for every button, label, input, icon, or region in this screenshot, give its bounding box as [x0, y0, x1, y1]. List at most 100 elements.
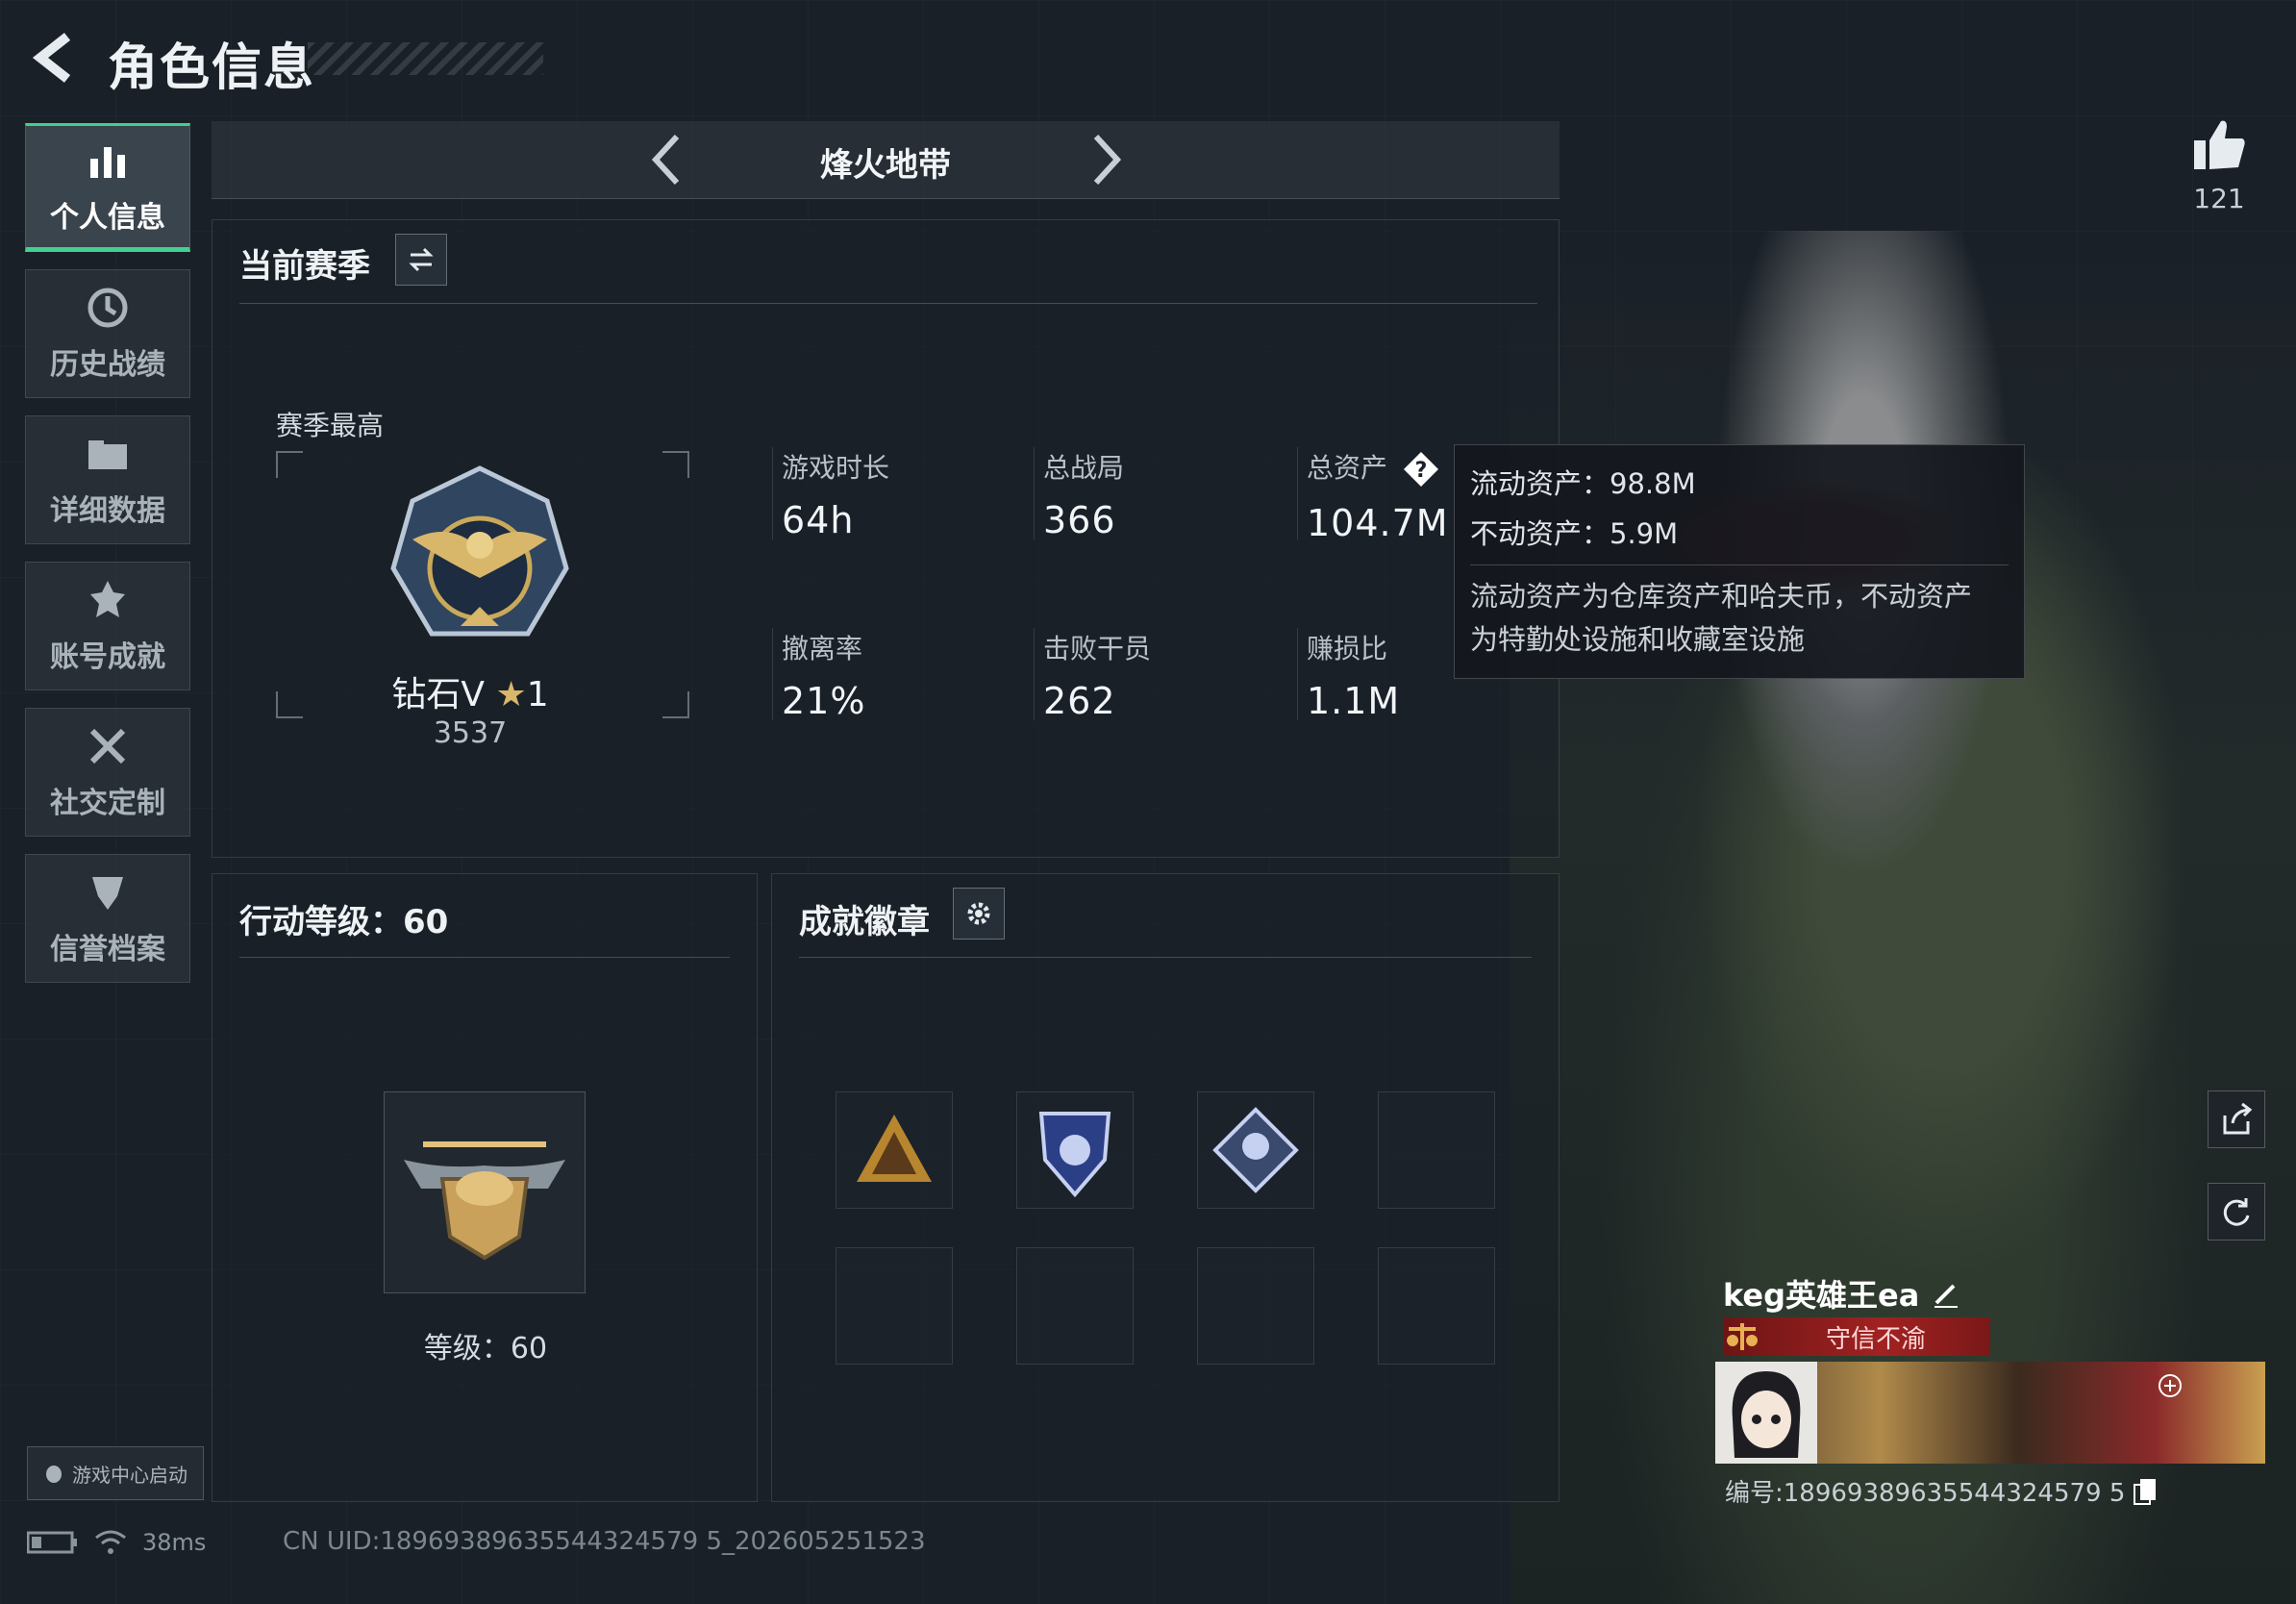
stat-label: 撤离率 — [782, 633, 863, 664]
triangle-badge-icon — [857, 1115, 932, 1182]
game-center-button[interactable]: 游戏中心启动 — [27, 1446, 204, 1500]
mode-title: 烽火地带 — [820, 146, 951, 185]
level-panel: 行动等级：60 等级：60 — [212, 873, 758, 1502]
sidebar-item-achievements[interactable]: 账号成就 — [25, 562, 190, 690]
penguin-icon — [46, 1466, 62, 1483]
sidebar-item-label: 详细数据 — [50, 494, 165, 528]
page-title: 角色信息 — [108, 39, 316, 97]
sidebar-item-label: 账号成就 — [50, 640, 165, 674]
sidebar-item-label: 社交定制 — [50, 787, 165, 820]
rank-name-row: 钻石V ★1 — [212, 666, 728, 716]
tooltip-liquid-assets: 流动资产：98.8M — [1470, 467, 1696, 500]
avatar-image — [1715, 1362, 1817, 1464]
badge-slot-empty[interactable] — [1378, 1247, 1495, 1365]
sidebar-item-reputation[interactable]: 信誉档案 — [25, 854, 190, 983]
help-icon[interactable]: ? — [1402, 450, 1440, 489]
badge-slot-empty[interactable] — [1378, 1091, 1495, 1209]
assets-tooltip: 流动资产：98.8M 不动资产：5.9M 流动资产为仓库资产和哈夫币，不动资产 … — [1454, 444, 2025, 679]
player-id-row: 编号:18969389635544324579 5 — [1725, 1473, 2158, 1509]
player-name: keg英雄王ea — [1723, 1277, 1920, 1314]
tooltip-desc-line2: 为特勤处设施和收藏室设施 — [1470, 623, 1806, 656]
stat-value: 21% — [782, 680, 866, 722]
level-label: 等级：60 — [423, 1332, 548, 1366]
rotate-button[interactable] — [2208, 1183, 2265, 1241]
tooltip-rule — [1470, 564, 2009, 565]
badge-panel-title: 成就徽章 — [799, 903, 930, 941]
rank-emblem — [390, 465, 569, 637]
frame-corner — [276, 451, 303, 478]
stat-divider — [1034, 447, 1035, 539]
tooltip-fixed-assets: 不动资产：5.9M — [1470, 517, 1679, 550]
shield-icon — [92, 877, 123, 910]
wifi-icon — [95, 1530, 126, 1554]
player-id: 编号:18969389635544324579 5 — [1725, 1479, 2126, 1508]
battery-icon — [27, 1531, 77, 1554]
stat-value: 262 — [1043, 680, 1116, 722]
stat-label: 总战局 — [1043, 452, 1125, 484]
avatar[interactable] — [1715, 1362, 1817, 1464]
share-button[interactable] — [2208, 1090, 2265, 1148]
level-emblem-frame[interactable] — [384, 1091, 586, 1293]
refresh-icon — [2223, 1198, 2250, 1226]
badge-slot[interactable] — [836, 1091, 953, 1209]
like-count: 121 — [2193, 183, 2245, 214]
player-title: 守信不渝 — [1825, 1324, 1926, 1354]
add-icon[interactable] — [2158, 1373, 2183, 1398]
edit-icon[interactable] — [1931, 1278, 1961, 1309]
stat-divider — [1297, 447, 1298, 539]
mode-switcher: 烽火地带 — [212, 121, 1560, 199]
like-button[interactable]: 121 — [2173, 115, 2265, 214]
level-panel-title: 行动等级：60 — [239, 903, 449, 941]
stat-value: 64h — [782, 499, 855, 541]
chevron-right-icon[interactable] — [1077, 131, 1135, 188]
stat-value: 1.1M — [1307, 680, 1401, 722]
stat-divider — [1034, 628, 1035, 720]
back-arrow-icon[interactable] — [25, 29, 83, 87]
stat-operators-defeated: 击败干员 262 — [1043, 628, 1151, 722]
sidebar-item-social[interactable]: 社交定制 — [25, 708, 190, 837]
shield-badge-icon — [1038, 1112, 1111, 1198]
share-icon — [2223, 1102, 2253, 1135]
stat-label: 赚损比 — [1307, 633, 1388, 664]
sidebar-item-label: 历史战绩 — [50, 348, 165, 382]
rank-stars: 1 — [526, 675, 549, 714]
sidebar-item-label: 个人信息 — [50, 201, 165, 235]
level-panel-rule — [239, 957, 730, 958]
rank-name: 钻石V — [391, 675, 485, 714]
sidebar-item-detailed-data[interactable]: 详细数据 — [25, 415, 190, 544]
gear-icon — [967, 902, 990, 925]
helicopter-emblem-icon — [404, 1141, 565, 1261]
tooltip-desc-line1: 流动资产为仓库资产和哈夫币，不动资产 — [1470, 580, 1973, 613]
badge-slot-empty[interactable] — [836, 1247, 953, 1365]
season-panel: 当前赛季 赛季最高 钻石V ★1 3537 游戏时长 64h 总战局 366 总… — [212, 219, 1560, 858]
stat-extraction-rate: 撤离率 21% — [782, 628, 865, 722]
game-center-label: 游戏中心启动 — [72, 1463, 187, 1487]
frame-corner — [662, 451, 689, 478]
sidebar-item-personal-info[interactable]: 个人信息 — [25, 123, 190, 252]
achievement-icon — [90, 581, 125, 617]
badge-slot-empty[interactable] — [1197, 1247, 1314, 1365]
season-switch-button[interactable] — [395, 234, 447, 286]
badge-slot-empty[interactable] — [1016, 1247, 1134, 1365]
diamond-badge-icon — [1212, 1107, 1299, 1193]
ping-text: 38ms — [142, 1529, 207, 1556]
copy-icon[interactable] — [2133, 1477, 2158, 1506]
badge-settings-button[interactable] — [953, 888, 1005, 940]
season-peak-label: 赛季最高 — [276, 410, 385, 441]
swap-icon — [409, 247, 434, 272]
sidebar-item-history[interactable]: 历史战绩 — [25, 269, 190, 398]
title-decoration — [308, 42, 543, 75]
player-title-bar: 守信不渝 — [1723, 1317, 1990, 1356]
badge-slot[interactable] — [1016, 1091, 1134, 1209]
stat-label: 击败干员 — [1043, 633, 1152, 664]
stat-value: 104.7M — [1307, 502, 1449, 544]
status-bar: 38ms — [27, 1527, 206, 1558]
season-panel-title: 当前赛季 — [239, 247, 370, 286]
rank-score: 3537 — [433, 716, 508, 750]
uid-text: CN UID:18969389635544324579 5_2026052515… — [283, 1527, 926, 1556]
stat-total-assets: 总资产 ? 104.7M — [1307, 447, 1449, 544]
badge-slot[interactable] — [1197, 1091, 1314, 1209]
thumbs-up-icon — [2194, 120, 2245, 169]
badge-panel-rule — [799, 957, 1532, 958]
scale-icon — [1727, 1323, 1758, 1350]
